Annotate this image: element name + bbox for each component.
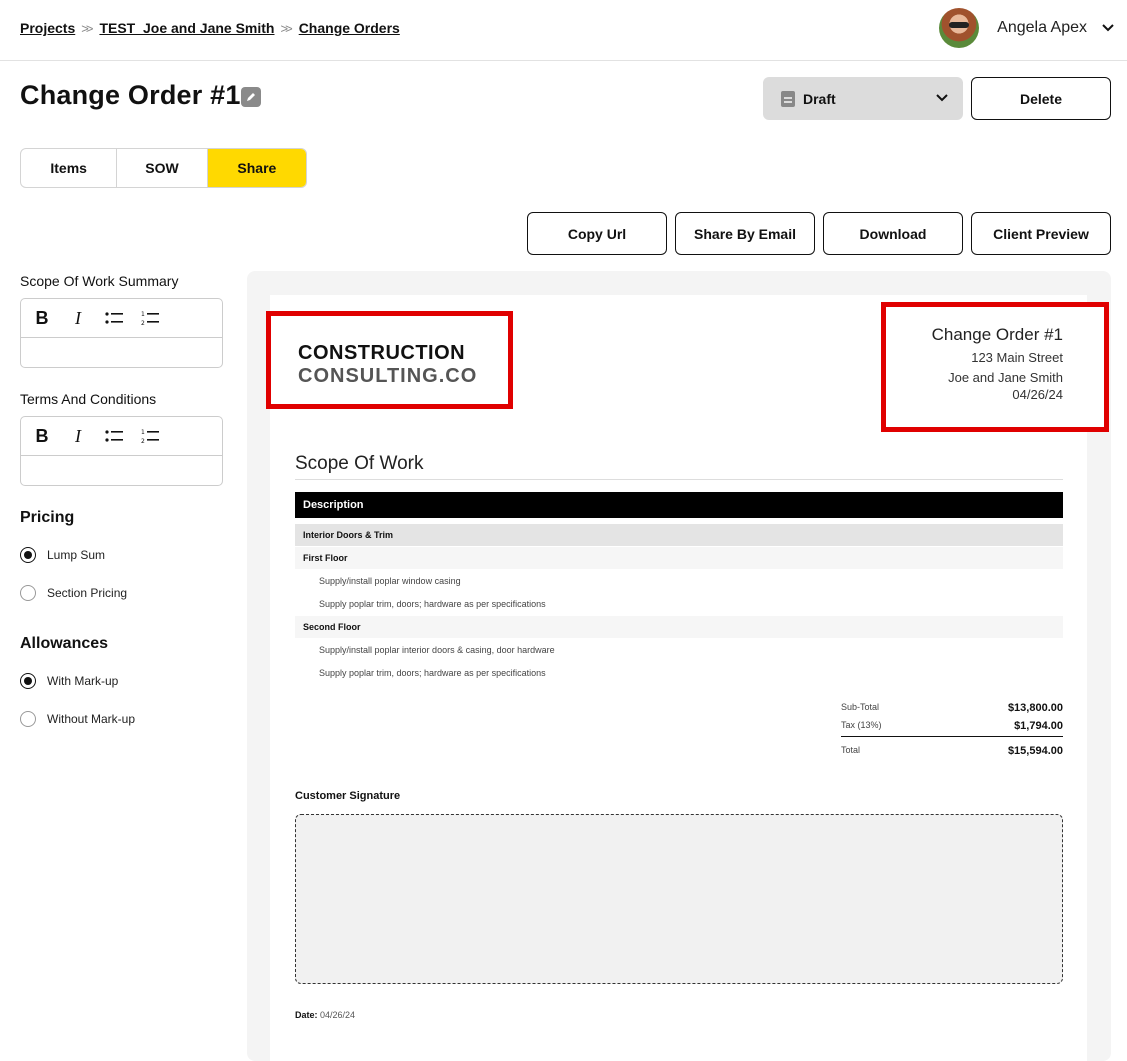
tax-row: Tax (13%) $1,794.00: [841, 720, 1063, 732]
terms-editor[interactable]: B I 12: [20, 416, 223, 486]
svg-text:2: 2: [141, 320, 145, 326]
allowance-option-with-markup[interactable]: With Mark-up: [20, 673, 118, 689]
download-button[interactable]: Download: [823, 212, 963, 255]
radio-label: Section Pricing: [47, 586, 128, 600]
sow-heading: Scope Of Work: [295, 453, 424, 474]
status-dropdown[interactable]: Draft: [763, 77, 963, 120]
signature-label: Customer Signature: [295, 790, 401, 802]
edit-icon[interactable]: [241, 87, 261, 107]
delete-button[interactable]: Delete: [971, 77, 1111, 120]
breadcrumb-projects[interactable]: Projects: [20, 20, 75, 36]
radio-selected-icon: [20, 673, 36, 689]
chevron-right-icon: >>: [280, 20, 293, 36]
pricing-option-lump-sum[interactable]: Lump Sum: [20, 547, 105, 563]
table-row: Supply/install poplar interior doors & c…: [319, 645, 555, 655]
tab-sow[interactable]: SOW: [117, 149, 208, 187]
bold-icon[interactable]: B: [33, 308, 51, 328]
user-menu[interactable]: Angela Apex: [939, 8, 1115, 48]
breadcrumb-project[interactable]: TEST_Joe and Jane Smith: [99, 20, 274, 36]
chevron-down-icon: [936, 94, 948, 102]
chevron-down-icon: [1102, 24, 1114, 32]
radio-label: Without Mark-up: [47, 712, 136, 726]
pricing-title: Pricing: [20, 509, 75, 526]
signature-date: Date: 04/26/24: [295, 1010, 355, 1020]
pricing-option-section[interactable]: Section Pricing: [20, 585, 127, 601]
breadcrumb: Projects >> TEST_Joe and Jane Smith >> C…: [20, 20, 400, 36]
radio-selected-icon: [20, 547, 36, 563]
bold-icon[interactable]: B: [33, 426, 51, 446]
bullet-list-icon[interactable]: [105, 427, 123, 445]
editor-toolbar: B I 12: [21, 417, 222, 456]
radio-icon: [20, 711, 36, 727]
client-preview-button[interactable]: Client Preview: [971, 212, 1111, 255]
logo-text-line1: CONSTRUCTION: [298, 342, 466, 364]
document-header-info: Change Order #1 123 Main Street Joe and …: [881, 302, 1109, 432]
total-label: Total: [841, 745, 861, 755]
page-title: Change Order #1: [20, 80, 241, 110]
tab-share[interactable]: Share: [207, 149, 306, 187]
table-row: Supply poplar trim, doors; hardware as p…: [319, 668, 546, 678]
radio-icon: [20, 585, 36, 601]
bullet-list-icon[interactable]: [105, 309, 123, 327]
copy-url-button[interactable]: Copy Url: [527, 212, 667, 255]
sow-summary-label: Scope Of Work Summary: [20, 273, 179, 289]
tax-label: Tax (13%): [841, 720, 882, 730]
total-row: Total $15,594.00: [841, 745, 1063, 757]
allowance-option-without-markup[interactable]: Without Mark-up: [20, 711, 135, 727]
numbered-list-icon[interactable]: 12: [141, 427, 159, 445]
company-logo: CONSTRUCTION CONSULTING.CO: [266, 311, 513, 409]
divider: [841, 736, 1063, 737]
italic-icon[interactable]: I: [69, 426, 87, 446]
allowances-title: Allowances: [20, 635, 109, 652]
chevron-right-icon: >>: [81, 20, 93, 36]
radio-label: Lump Sum: [47, 548, 106, 562]
document-icon: [781, 90, 795, 107]
document-date: 04/26/24: [1012, 387, 1063, 402]
svg-text:2: 2: [141, 438, 145, 444]
svg-text:1: 1: [141, 311, 145, 318]
numbered-list-icon[interactable]: 12: [141, 309, 159, 327]
document-title: Change Order #1: [931, 325, 1063, 344]
terms-label: Terms And Conditions: [20, 391, 157, 407]
subtotal-row: Sub-Total $13,800.00: [841, 702, 1063, 714]
table-header: Description: [295, 492, 1063, 518]
svg-text:1: 1: [141, 429, 145, 436]
avatar: [939, 8, 980, 48]
status-value: Draft: [803, 90, 836, 107]
document-address: 123 Main Street: [971, 350, 1063, 365]
table-row: First Floor: [295, 547, 1063, 569]
subtotal-label: Sub-Total: [841, 702, 880, 712]
table-row: Supply/install poplar window casing: [319, 576, 461, 586]
sow-summary-editor[interactable]: B I 12: [20, 298, 223, 368]
tax-value: $1,794.00: [1014, 720, 1063, 732]
table-row: Interior Doors & Trim: [295, 524, 1063, 546]
radio-label: With Mark-up: [47, 674, 119, 688]
breadcrumb-change-orders[interactable]: Change Orders: [299, 20, 400, 36]
tab-bar: Items SOW Share: [20, 148, 307, 188]
italic-icon[interactable]: I: [69, 308, 87, 328]
user-name: Angela Apex: [997, 19, 1087, 36]
editor-toolbar: B I 12: [21, 299, 222, 338]
document-client: Joe and Jane Smith: [948, 370, 1063, 385]
table-row: Second Floor: [295, 616, 1063, 638]
divider: [295, 479, 1063, 480]
signature-box[interactable]: [295, 814, 1063, 984]
subtotal-value: $13,800.00: [1007, 702, 1063, 714]
logo-text-line2: CONSULTING.CO: [298, 365, 478, 387]
top-bar: Projects >> TEST_Joe and Jane Smith >> C…: [0, 0, 1127, 61]
table-row: Supply poplar trim, doors; hardware as p…: [319, 599, 546, 609]
total-value: $15,594.00: [1007, 745, 1063, 757]
tab-items[interactable]: Items: [21, 149, 118, 187]
share-by-email-button[interactable]: Share By Email: [675, 212, 815, 255]
date-label: Date:: [295, 1010, 318, 1020]
date-value: 04/26/24: [320, 1010, 356, 1020]
